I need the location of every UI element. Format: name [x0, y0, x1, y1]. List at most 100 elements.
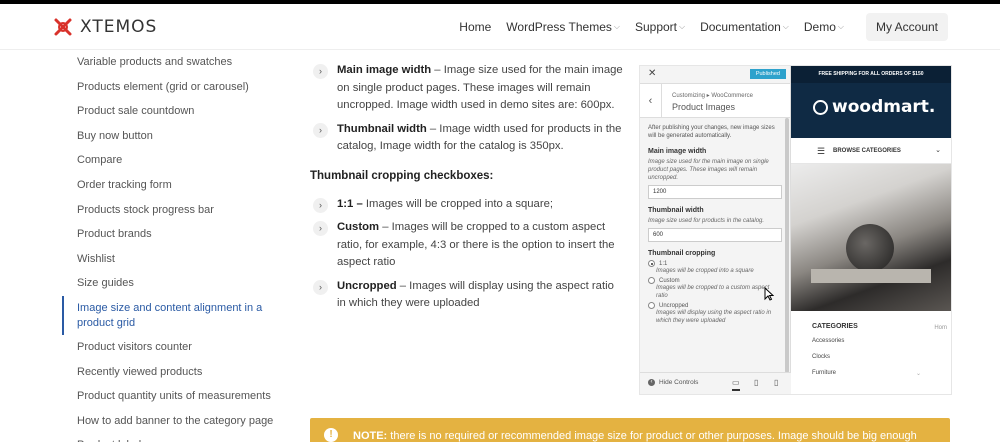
- term: Thumbnail width: [337, 122, 427, 135]
- close-icon[interactable]: ✕: [648, 68, 656, 79]
- logo[interactable]: XTEMOS: [52, 16, 157, 38]
- chevron-right-icon: ›: [313, 221, 328, 236]
- sidebar-item[interactable]: Product quantity units of measurements: [62, 384, 282, 409]
- hide-controls-button[interactable]: ‹ Hide Controls: [648, 379, 698, 386]
- info-icon: !: [324, 428, 338, 442]
- desktop-preview-icon[interactable]: ▭: [732, 378, 740, 391]
- term: Main image width: [337, 64, 432, 76]
- my-account-button[interactable]: My Account: [865, 13, 948, 41]
- chevron-right-icon: ›: [313, 122, 328, 138]
- hamburger-icon: ☰: [817, 146, 826, 156]
- radio-option-custom[interactable]: Custom: [648, 277, 782, 284]
- chevron-down-icon: ⌵: [679, 22, 686, 31]
- site-header: XTEMOS Home WordPress Themes ⌵ Support ⌵ D…: [0, 4, 1000, 50]
- radio-checked[interactable]: [648, 260, 655, 267]
- thumb-width-input[interactable]: 600: [648, 228, 782, 242]
- chevron-right-icon: ›: [313, 64, 328, 79]
- list-item: › Main image width – Image size used for…: [310, 62, 625, 115]
- sidebar-item[interactable]: Products stock progress bar: [62, 198, 282, 223]
- woodmart-logo-text: woodmart.: [832, 97, 936, 117]
- sidebar-item[interactable]: Recently viewed products: [62, 360, 282, 385]
- category-item[interactable]: Accessories: [812, 338, 951, 344]
- radio-label: 1:1: [659, 260, 668, 267]
- sidebar-item[interactable]: Products element (grid or carousel): [62, 75, 282, 100]
- mouse-cursor-icon: [764, 287, 774, 301]
- radio-unchecked[interactable]: [648, 277, 655, 284]
- site-preview: FREE SHIPPING FOR ALL ORDERS OF $150 woo…: [791, 66, 951, 394]
- section-subheading: Thumbnail cropping checkboxes:: [310, 169, 494, 182]
- chevron-right-icon: ›: [313, 279, 328, 295]
- sidebar-item[interactable]: Compare: [62, 148, 282, 173]
- sidebar-item[interactable]: Order tracking form: [62, 173, 282, 198]
- xtemos-logo-icon: [54, 18, 72, 36]
- nav-support[interactable]: Support ⌵: [635, 20, 685, 34]
- customizer-panel: ✕ Published ‹ Customizing ▸ WooCommerce …: [640, 66, 791, 394]
- list-item: › Custom – Images will be cropped to a c…: [310, 219, 625, 272]
- category-item[interactable]: Clocks: [812, 354, 951, 360]
- lamp-shape: [846, 224, 894, 272]
- radio-option-1-1[interactable]: 1:1: [648, 260, 782, 267]
- chevron-down-icon: ⌵: [837, 22, 844, 31]
- back-arrow-icon[interactable]: ‹: [640, 84, 662, 118]
- sidebar-item[interactable]: Product visitors counter: [62, 335, 282, 360]
- category-item[interactable]: Furniture ⌄: [812, 370, 951, 377]
- sidebar-item[interactable]: Product labels: [62, 433, 282, 442]
- preview-header: woodmart.: [791, 83, 951, 138]
- radio-desc: Images will be cropped into a square: [656, 268, 754, 274]
- customizer-title: Product Images: [672, 102, 736, 112]
- sidebar-item[interactable]: Product sale countdown: [62, 99, 282, 124]
- woodmart-logo: woodmart.: [813, 97, 935, 117]
- list-item: › Thumbnail width – Image width used for…: [310, 121, 625, 156]
- note-label: NOTE:: [353, 430, 388, 442]
- cropping-label: Thumbnail cropping: [648, 250, 716, 257]
- mobile-preview-icon[interactable]: ▯: [774, 378, 778, 387]
- categories-title: CATEGORIES: [812, 323, 858, 330]
- main-width-input[interactable]: 1200: [648, 185, 782, 199]
- browse-categories-bar[interactable]: ☰ BROWSE CATEGORIES ⌄: [791, 138, 951, 164]
- customizer-breadcrumb: Customizing ▸ WooCommerce: [672, 93, 753, 99]
- sidebar-item[interactable]: Size guides: [62, 271, 282, 296]
- term: 1:1 –: [337, 197, 363, 210]
- thumb-width-label: Thumbnail width: [648, 207, 704, 214]
- nav-home[interactable]: Home: [459, 20, 491, 34]
- sidebar-item[interactable]: How to add banner to the category page: [62, 409, 282, 434]
- preview-categories: CATEGORIES Hom Accessories Clocks Furnit…: [791, 311, 951, 377]
- chevron-down-icon: ⌵: [613, 22, 620, 31]
- radio-unchecked[interactable]: [648, 302, 655, 309]
- radio-option-uncropped[interactable]: Uncropped: [648, 302, 782, 309]
- preview-promo-strip: FREE SHIPPING FOR ALL ORDERS OF $150: [791, 66, 951, 83]
- nav-demo[interactable]: Demo ⌵: [804, 20, 844, 34]
- sidebar-item[interactable]: Variable products and swatches: [62, 50, 282, 75]
- tablet-preview-icon[interactable]: ▯: [754, 378, 758, 387]
- nav-support-label: Support: [634, 20, 677, 34]
- customizer-footer: ‹ Hide Controls ▭ ▯ ▯: [640, 372, 791, 394]
- published-button[interactable]: Published: [749, 69, 786, 79]
- docs-sidebar: Variable products and swatches Products …: [62, 50, 282, 442]
- sidebar-item-active[interactable]: Image size and content alignment in a pr…: [62, 295, 282, 335]
- chevron-right-icon: ›: [313, 197, 328, 213]
- sidebar-item[interactable]: Buy now button: [62, 124, 282, 149]
- home-link[interactable]: Hom: [934, 325, 947, 331]
- article-content: › Main image width – Image size used for…: [310, 62, 625, 319]
- category-label: Furniture: [812, 370, 837, 376]
- hide-controls-label: Hide Controls: [659, 379, 699, 386]
- description: – Images will be cropped to a custom asp…: [337, 221, 615, 268]
- radio-label: Uncropped: [659, 302, 689, 309]
- hero-image: [791, 164, 951, 311]
- term: Uncropped: [337, 279, 397, 292]
- note-text: NOTE: there is no required or recommende…: [353, 430, 917, 442]
- sidebar-item[interactable]: Wishlist: [62, 247, 282, 272]
- collapse-icon: ‹: [648, 379, 655, 386]
- nav-wordpress-themes-label: WordPress Themes: [506, 20, 612, 34]
- logo-text: XTEMOS: [80, 17, 158, 37]
- customizer-scrollbar[interactable]: [785, 118, 789, 373]
- nav-wordpress-themes[interactable]: WordPress Themes ⌵: [506, 20, 620, 34]
- nav-demo-label: Demo: [803, 20, 836, 34]
- page: XTEMOS Home WordPress Themes ⌵ Support ⌵ D…: [0, 0, 1000, 442]
- customizer-topbar: ✕ Published: [640, 66, 790, 84]
- customizer-note: After publishing your changes, new image…: [648, 125, 775, 139]
- sidebar-item[interactable]: Product brands: [62, 222, 282, 247]
- nav-documentation[interactable]: Documentation ⌵: [700, 20, 789, 34]
- thumb-width-desc: Image size used for products in the cata…: [648, 218, 765, 224]
- radio-desc: Images will display using the aspect rat…: [656, 310, 772, 324]
